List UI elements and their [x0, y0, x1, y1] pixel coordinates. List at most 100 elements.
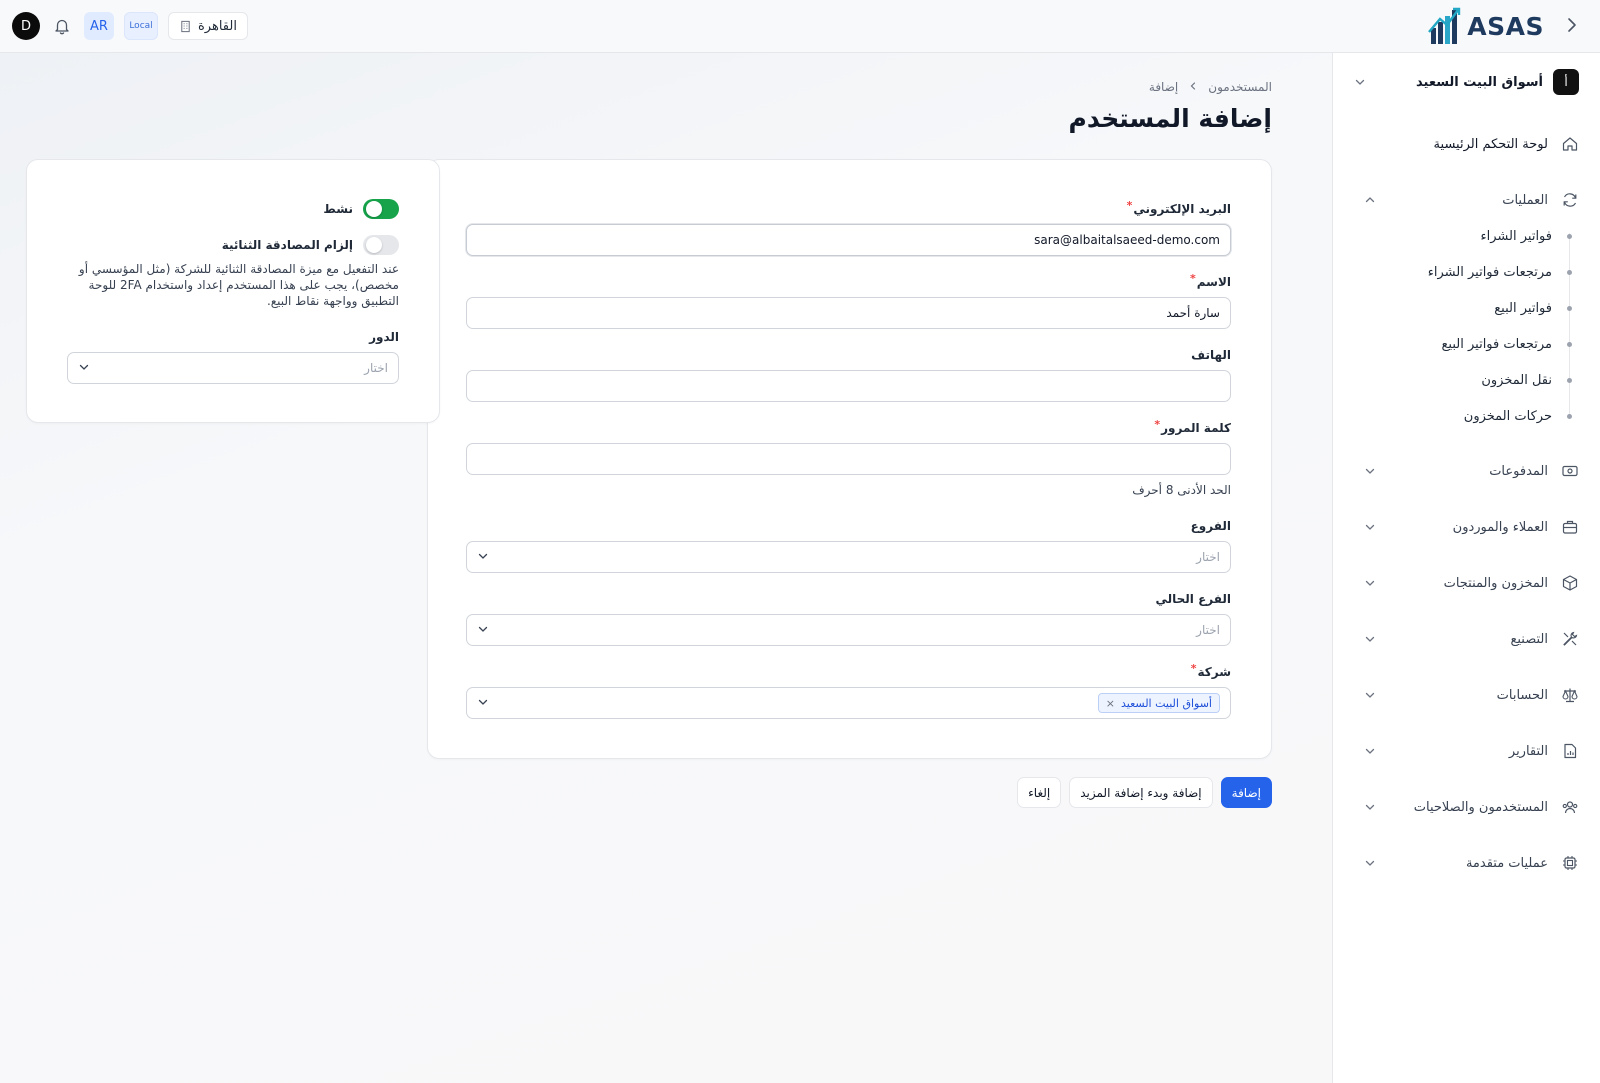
sidebar-item-label: التقارير — [1508, 743, 1548, 759]
language-switcher[interactable]: AR — [84, 12, 114, 40]
sidebar-item-label: الحسابات — [1496, 687, 1548, 703]
remove-tag-icon[interactable]: × — [1106, 697, 1115, 710]
breadcrumb-current: إضافة — [1148, 80, 1179, 94]
phone-field[interactable] — [466, 370, 1231, 402]
sidebar-subitem-purchase-invoices[interactable]: فواتير الشراء — [1481, 224, 1552, 248]
box-icon — [1560, 573, 1580, 593]
add-and-continue-button[interactable]: إضافة وبدء إضافة المزيد — [1069, 777, 1213, 808]
company-select[interactable]: أسواق البيت السعيد × — [466, 687, 1231, 719]
report-icon — [1560, 741, 1580, 761]
chevron-up-icon — [1363, 193, 1377, 207]
chevron-down-icon — [477, 550, 489, 565]
role-select[interactable]: اختار — [67, 352, 399, 384]
password-label: كلمة المرور * — [466, 417, 1231, 437]
chevron-down-icon — [1363, 800, 1377, 814]
password-group: كلمة المرور * الحد الأدنى 8 أحرف — [466, 417, 1231, 497]
name-value: سارة أحمد — [1166, 306, 1220, 320]
name-field[interactable]: سارة أحمد — [466, 297, 1231, 329]
sidebar-item-customers-suppliers[interactable]: العملاء والموردون — [1363, 513, 1580, 541]
branches-select[interactable]: اختار — [466, 541, 1231, 573]
toggle-knob — [366, 201, 382, 217]
sidebar-subitem-sales-returns[interactable]: مرتجعات فواتير البيع — [1442, 332, 1552, 356]
required-marker: * — [1154, 417, 1161, 431]
phone-group: الهاتف — [466, 346, 1231, 402]
branches-label: الفروع — [466, 517, 1231, 535]
sidebar-subitem-stock-transfer[interactable]: نقل المخزون — [1481, 368, 1552, 392]
chevron-down-icon — [1363, 632, 1377, 646]
current-branch-group: الفرع الحالي اختار — [466, 590, 1231, 646]
email-group: البريد الإلكتروني * sara@albaitalsaeed-de… — [466, 199, 1231, 256]
twofa-description: عند التفعيل مع ميزة المصادقة الثنائية لل… — [78, 262, 399, 308]
sidebar-item-label: التصنيع — [1510, 631, 1548, 647]
current-branch-label: الفرع الحالي — [466, 590, 1231, 608]
required-marker: * — [1190, 661, 1197, 675]
company-group: شركة * أسواق البيت السعيد × — [466, 661, 1231, 719]
submenu-line — [1569, 233, 1570, 419]
twofa-toggle-row: إلزام المصادقة الثنائية — [222, 235, 399, 255]
app-logo[interactable]: ASAS — [1427, 6, 1544, 46]
password-field[interactable] — [466, 443, 1231, 475]
sidebar-subitem-purchase-returns[interactable]: مرتجعات فواتير الشراء — [1428, 260, 1552, 284]
active-toggle-row: نشط — [323, 199, 399, 219]
sidebar-item-reports[interactable]: التقارير — [1363, 737, 1580, 765]
active-toggle[interactable] — [363, 199, 399, 219]
password-label-text: كلمة المرور — [1161, 421, 1231, 435]
sidebar-item-label: لوحة التحكم الرئيسية — [1433, 136, 1548, 152]
chevron-down-icon — [1363, 688, 1377, 702]
environment-badge[interactable]: Local — [124, 12, 158, 40]
sidebar-item-advanced-operations[interactable]: عمليات متقدمة — [1363, 849, 1580, 877]
cancel-button[interactable]: إلغاء — [1017, 777, 1062, 808]
branch-selector[interactable]: القاهرة — [168, 12, 248, 40]
submenu-dot — [1567, 342, 1572, 347]
sidebar-item-label: العمليات — [1502, 192, 1548, 208]
user-settings-card: نشط إلزام المصادقة الثنائية عند التفعيل … — [26, 159, 440, 423]
breadcrumb-users-link[interactable]: المستخدمون — [1208, 80, 1272, 94]
name-label: الاسم * — [466, 271, 1231, 291]
current-branch-select[interactable]: اختار — [466, 614, 1231, 646]
role-label: الدور — [369, 330, 399, 344]
home-icon — [1560, 134, 1580, 154]
sidebar-subitem-stock-movements[interactable]: حركات المخزون — [1464, 404, 1552, 428]
cash-icon — [1560, 461, 1580, 481]
email-field[interactable]: sara@albaitalsaeed-demo.com — [466, 224, 1231, 256]
sidebar-item-users-permissions[interactable]: المستخدمون والصلاحيات — [1363, 793, 1580, 821]
chevron-down-icon — [477, 696, 489, 711]
sidebar-item-inventory-products[interactable]: المخزون والمنتجات — [1363, 569, 1580, 597]
cpu-icon — [1560, 853, 1580, 873]
required-marker: * — [1189, 271, 1196, 285]
toggle-knob — [366, 237, 382, 253]
user-avatar[interactable]: D — [12, 12, 40, 40]
name-label-text: الاسم — [1196, 275, 1231, 289]
sidebar-item-manufacturing[interactable]: التصنيع — [1363, 625, 1580, 653]
collapse-sidebar-icon[interactable] — [1560, 15, 1582, 37]
branch-name: القاهرة — [198, 18, 237, 34]
sidebar-item-label: المخزون والمنتجات — [1443, 575, 1548, 591]
branches-placeholder: اختار — [1196, 550, 1220, 564]
branches-group: الفروع اختار — [466, 517, 1231, 573]
twofa-toggle[interactable] — [363, 235, 399, 255]
sidebar-item-operations[interactable]: العمليات — [1363, 186, 1580, 214]
form-actions: إضافة إضافة وبدء إضافة المزيد إلغاء — [1017, 777, 1272, 808]
company-switcher[interactable]: أ أسواق البيت السعيد — [1353, 68, 1579, 96]
submenu-dot — [1567, 414, 1572, 419]
chevron-down-icon — [1363, 576, 1377, 590]
sidebar-item-dashboard[interactable]: لوحة التحكم الرئيسية — [1363, 130, 1580, 158]
breadcrumb: المستخدمون إضافة — [1149, 80, 1272, 94]
bell-icon[interactable] — [50, 14, 74, 38]
sidebar-item-accounts[interactable]: الحسابات — [1363, 681, 1580, 709]
current-branch-label-text: الفرع الحالي — [1155, 592, 1231, 606]
sidebar-subitem-sales-invoices[interactable]: فواتير البيع — [1494, 296, 1552, 320]
sidebar-item-label: العملاء والموردون — [1452, 519, 1548, 535]
tools-icon — [1560, 629, 1580, 649]
current-branch-placeholder: اختار — [1196, 623, 1220, 637]
refresh-icon — [1560, 190, 1580, 210]
chevron-down-icon — [1363, 464, 1377, 478]
email-label: البريد الإلكتروني * — [466, 199, 1231, 218]
submenu-dot — [1567, 306, 1572, 311]
branches-label-text: الفروع — [1190, 519, 1231, 533]
logo-chart-icon — [1428, 7, 1461, 44]
add-button[interactable]: إضافة — [1220, 777, 1272, 808]
logo-text: ASAS — [1467, 11, 1544, 41]
sidebar-item-payments[interactable]: المدفوعات — [1363, 457, 1580, 485]
briefcase-icon — [1560, 517, 1580, 537]
